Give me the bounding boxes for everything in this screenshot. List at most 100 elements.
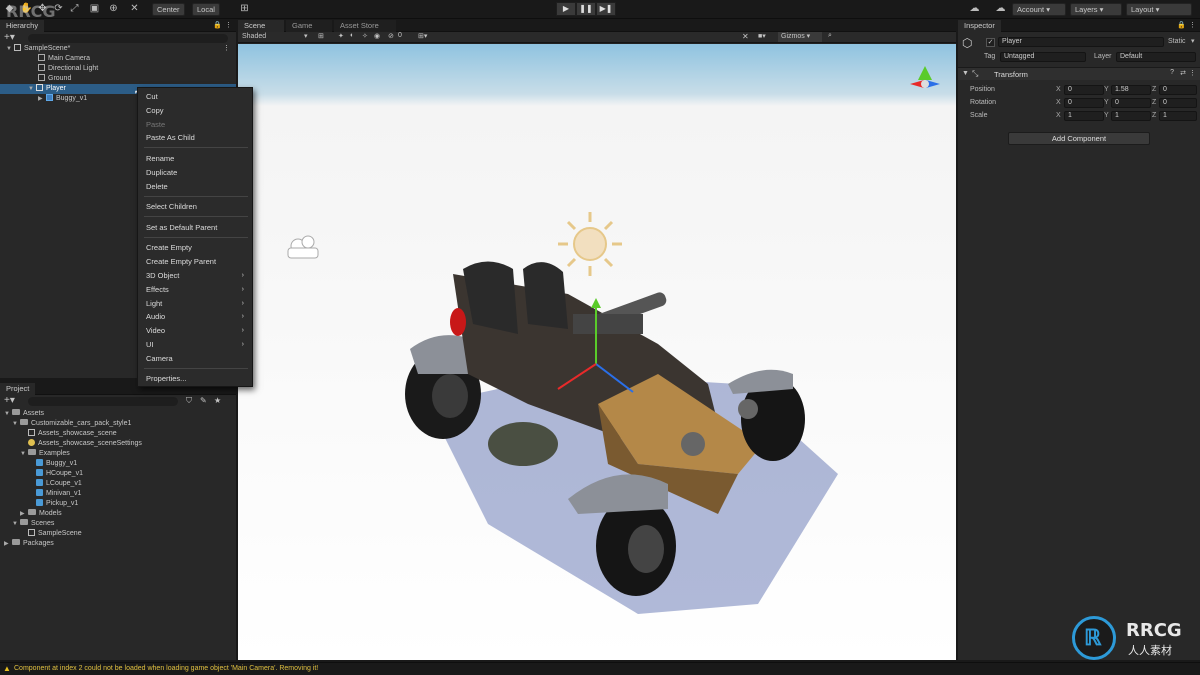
menu-item-create-empty[interactable]: Create Empty — [138, 242, 252, 254]
step-button[interactable]: ▶❚ — [596, 2, 616, 16]
project-item-examples[interactable]: ▼ Examples — [20, 449, 70, 459]
project-item-showcase-settings[interactable]: Assets_showcase_sceneSettings — [28, 439, 142, 449]
project-item-hcoupe[interactable]: HCoupe_v1 — [36, 469, 83, 479]
tab-scene[interactable]: Scene — [238, 20, 284, 32]
shading-mode-dropdown[interactable]: Shaded ▾ — [240, 32, 312, 42]
menu-item-light[interactable]: Light › — [138, 298, 252, 310]
menu-item-select-children[interactable]: Select Children — [138, 201, 252, 213]
project-item-cars-pack[interactable]: ▼ Customizable_cars_pack_style1 — [12, 419, 131, 429]
search-icon[interactable]: ⌕ — [828, 32, 832, 40]
transform-tool-icon[interactable]: ⊕ — [107, 3, 120, 15]
menu-item-audio[interactable]: Audio › — [138, 311, 252, 323]
scene-viewport[interactable] — [238, 44, 956, 660]
scale-tool-icon[interactable]: ⤢ — [68, 3, 81, 15]
menu-item-rename[interactable]: Rename — [138, 153, 252, 165]
add-object-icon[interactable]: +▾ — [4, 32, 15, 43]
project-search-input[interactable] — [28, 397, 178, 406]
menu-item-ui[interactable]: UI › — [138, 339, 252, 351]
lock-icon[interactable]: 🔒 — [1177, 21, 1186, 29]
project-item-assets[interactable]: ▼ Assets — [4, 409, 44, 419]
project-item-buggy[interactable]: Buggy_v1 — [36, 459, 77, 469]
2d-toggle-icon[interactable]: ⊞ — [318, 32, 324, 40]
expand-arrow-icon[interactable]: ▼ — [28, 84, 36, 94]
menu-item-properties[interactable]: Properties... — [138, 373, 252, 385]
lighting-toggle-icon[interactable]: ✦ — [338, 32, 344, 40]
layout-dropdown[interactable]: Layout ▾ — [1126, 3, 1192, 16]
project-item-models[interactable]: ▶ Models — [20, 509, 62, 519]
menu-item-paste-as-child[interactable]: Paste As Child — [138, 132, 252, 144]
menu-item-set-default-parent[interactable]: Set as Default Parent — [138, 222, 252, 234]
static-dropdown-icon[interactable]: ▾ — [1191, 37, 1195, 45]
tag-dropdown[interactable]: Untagged — [1000, 52, 1086, 62]
scene-root-row[interactable]: ▼ SampleScene* ⋮ — [0, 44, 236, 54]
panel-menu-icon[interactable]: ⋮ — [1189, 21, 1196, 29]
layer-dropdown[interactable]: Default — [1116, 52, 1196, 62]
menu-item-3d-object[interactable]: 3D Object › — [138, 270, 252, 282]
hidden-count-icon[interactable]: ⊘ — [388, 32, 394, 40]
transform-header[interactable]: ▼ ⤡ Transform ? ⇄ ⋮ — [958, 67, 1200, 80]
tab-inspector[interactable]: Inspector — [958, 20, 1001, 32]
favorite-icon[interactable]: ★ — [214, 396, 221, 405]
filter-type-icon[interactable]: ⛉ — [186, 396, 192, 406]
expand-arrow-icon[interactable]: ▼ — [6, 44, 14, 54]
hierarchy-item-ground[interactable]: Ground — [0, 74, 236, 84]
menu-item-video[interactable]: Video › — [138, 325, 252, 337]
tab-hierarchy[interactable]: Hierarchy — [0, 20, 45, 32]
scale-y-field[interactable]: 1 — [1111, 111, 1151, 121]
add-component-button[interactable]: Add Component — [1008, 132, 1150, 145]
hierarchy-item-directional-light[interactable]: Directional Light — [0, 64, 236, 74]
tab-asset-store[interactable]: Asset Store — [334, 20, 396, 32]
scale-z-field[interactable]: 1 — [1159, 111, 1197, 121]
project-item-scenes[interactable]: ▼ Scenes — [12, 519, 54, 529]
status-bar[interactable]: ▲ Component at index 2 could not be load… — [0, 662, 1200, 675]
scale-x-field[interactable]: 1 — [1064, 111, 1104, 121]
grid-toggle-icon[interactable]: ⊞▾ — [418, 32, 427, 40]
create-asset-icon[interactable]: +▾ — [4, 395, 15, 406]
position-y-field[interactable]: 1.58 — [1111, 85, 1151, 95]
pivot-local-button[interactable]: Local — [192, 3, 220, 16]
play-button[interactable]: ▶ — [556, 2, 576, 16]
tab-project[interactable]: Project — [0, 383, 36, 395]
pause-button[interactable]: ❚❚ — [576, 2, 596, 16]
custom-tool-icon[interactable]: ✕ — [128, 3, 141, 15]
project-item-showcase-scene[interactable]: Assets_showcase_scene — [28, 429, 117, 439]
layers-dropdown[interactable]: Layers ▾ — [1070, 3, 1122, 16]
menu-item-copy[interactable]: Copy — [138, 105, 252, 117]
rotation-y-field[interactable]: 0 — [1111, 98, 1151, 108]
tab-game[interactable]: Game — [286, 20, 332, 32]
grid-snap-icon[interactable]: ⊞ — [238, 3, 251, 15]
project-item-lcoupe[interactable]: LCoupe_v1 — [36, 479, 82, 489]
camera-settings-icon[interactable]: ■▾ — [758, 32, 766, 40]
position-x-field[interactable]: 0 — [1064, 85, 1104, 95]
panel-menu-icon[interactable]: ⋮ — [225, 21, 232, 29]
menu-item-paste[interactable]: Paste — [138, 119, 252, 131]
collab-icon[interactable]: ☁ — [968, 3, 981, 15]
account-dropdown[interactable]: Account ▾ — [1012, 3, 1066, 16]
tools-icon[interactable]: ✕ — [742, 32, 749, 41]
component-menu-icon[interactable]: ⋮ — [1189, 69, 1196, 77]
visibility-toggle-icon[interactable]: ◉ — [374, 32, 380, 40]
lock-icon[interactable]: 🔒 — [213, 21, 222, 29]
pivot-center-button[interactable]: Center — [152, 3, 185, 16]
project-item-minivan[interactable]: Minivan_v1 — [36, 489, 81, 499]
menu-item-cut[interactable]: Cut — [138, 91, 252, 103]
expand-arrow-icon[interactable]: ▶ — [38, 94, 46, 104]
project-item-pickup[interactable]: Pickup_v1 — [36, 499, 78, 509]
cloud-icon[interactable]: ☁ — [994, 3, 1007, 15]
hierarchy-item-main-camera[interactable]: Main Camera — [0, 54, 236, 64]
preset-icon[interactable]: ⇄ — [1180, 69, 1186, 77]
rotation-x-field[interactable]: 0 — [1064, 98, 1104, 108]
hierarchy-search-input[interactable] — [28, 34, 228, 43]
gizmos-dropdown[interactable]: Gizmos ▾ — [778, 32, 822, 42]
object-name-field[interactable]: Player — [998, 37, 1164, 47]
menu-item-effects[interactable]: Effects › — [138, 284, 252, 296]
project-item-packages[interactable]: ▶ Packages — [4, 539, 54, 549]
menu-item-create-empty-parent[interactable]: Create Empty Parent — [138, 256, 252, 268]
help-icon[interactable]: ? — [1170, 69, 1174, 76]
scene-menu-icon[interactable]: ⋮ — [223, 44, 230, 54]
audio-toggle-icon[interactable]: ◐ — [350, 32, 354, 39]
menu-item-camera[interactable]: Camera — [138, 353, 252, 365]
menu-item-duplicate[interactable]: Duplicate — [138, 167, 252, 179]
rect-tool-icon[interactable]: ▣ — [88, 3, 101, 15]
filter-label-icon[interactable]: ✎ — [200, 396, 207, 405]
